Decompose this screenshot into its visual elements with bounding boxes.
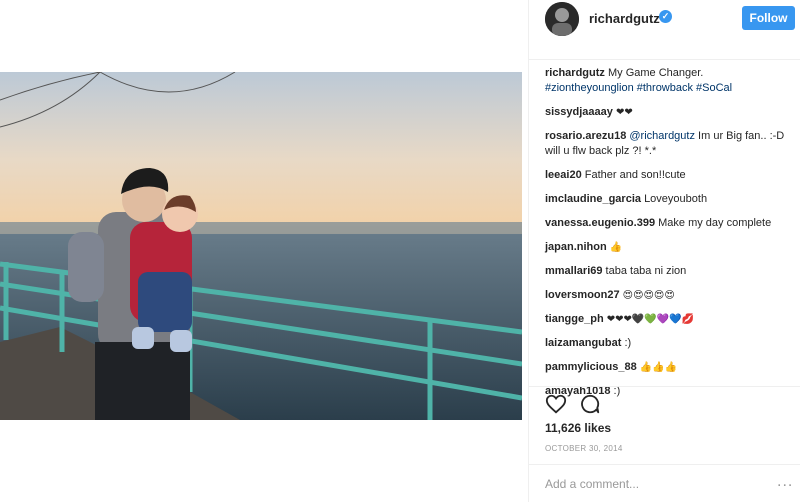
comment-item: loversmoon27 😍😍😍😍😍 xyxy=(545,288,789,303)
comment-item: japan.nihon 👍 xyxy=(545,240,789,255)
follow-button[interactable]: Follow xyxy=(742,6,795,30)
comment-username[interactable]: imclaudine_garcia xyxy=(545,193,641,205)
avatar[interactable] xyxy=(545,2,579,36)
comment-username[interactable]: pammylicious_88 xyxy=(545,361,637,373)
post-photo-image xyxy=(0,72,522,420)
comment-item: leeai20 Father and son!!cute xyxy=(545,168,789,183)
comment-emoji: 😍😍😍😍😍 xyxy=(622,290,675,301)
comment-item: mmallari69 taba taba ni zion xyxy=(545,264,789,279)
post-photo[interactable] xyxy=(0,72,522,420)
comment-item: pammylicious_88 👍👍👍 xyxy=(545,360,789,375)
comment-text: Loveyouboth xyxy=(644,193,708,205)
comment-item: rosario.arezu18 @richardgutz Im ur Big f… xyxy=(545,129,789,159)
comment-text: Make my day complete xyxy=(658,217,772,229)
add-comment-input[interactable]: Add a comment... xyxy=(545,477,639,491)
avatar-image xyxy=(545,2,579,36)
caption-hashtags[interactable]: #ziontheyounglion #throwback #SoCal xyxy=(545,82,732,94)
add-comment-bar: Add a comment... ... xyxy=(529,464,800,502)
comment-mention[interactable]: @richardgutz xyxy=(629,130,695,142)
comment-username[interactable]: loversmoon27 xyxy=(545,289,620,301)
comment-username[interactable]: vanessa.eugenio.399 xyxy=(545,217,655,229)
comment-item: vanessa.eugenio.399 Make my day complete xyxy=(545,216,789,231)
likes-count[interactable]: 11,626 likes xyxy=(545,421,611,435)
post-date: OCTOBER 30, 2014 xyxy=(545,444,623,453)
comment-text: Father and son!!cute xyxy=(584,169,686,181)
comment-emoji: 👍👍👍 xyxy=(639,362,678,373)
comment-text: taba taba ni zion xyxy=(605,265,687,277)
photo-area xyxy=(0,0,528,502)
comment-username[interactable]: laizamangubat xyxy=(545,337,621,349)
heart-icon[interactable] xyxy=(545,393,567,415)
comment-username[interactable]: sissydjaaaay xyxy=(545,106,613,118)
more-options-icon[interactable]: ... xyxy=(777,473,793,491)
caption: richardgutz My Game Changer. #ziontheyou… xyxy=(545,66,789,96)
post-author-username[interactable]: richardgutz xyxy=(589,11,660,26)
post-sidebar: richardgutz ✓ Follow richardgutz My Game… xyxy=(528,0,800,502)
comment-item: sissydjaaaay ❤❤ xyxy=(545,105,789,120)
comments-list: richardgutz My Game Changer. #ziontheyou… xyxy=(545,66,789,408)
comment-username[interactable]: tiangge_ph xyxy=(545,313,604,325)
comment-emoji: ❤❤❤🖤💚💜💙💋 xyxy=(606,314,695,325)
caption-username[interactable]: richardgutz xyxy=(545,67,605,79)
post-header: richardgutz ✓ Follow xyxy=(529,0,800,60)
comment-emoji: ❤❤ xyxy=(615,107,633,118)
comment-text: :) xyxy=(624,337,632,349)
comment-item: tiangge_ph ❤❤❤🖤💚💜💙💋 xyxy=(545,312,789,327)
caption-text: My Game Changer. xyxy=(607,67,704,79)
comment-username[interactable]: leeai20 xyxy=(545,169,582,181)
comment-emoji: 👍 xyxy=(609,242,623,253)
comment-username[interactable]: rosario.arezu18 xyxy=(545,130,626,142)
comment-item: laizamangubat :) xyxy=(545,336,789,351)
comment-username[interactable]: mmallari69 xyxy=(545,265,602,277)
comment-item: imclaudine_garcia Loveyouboth xyxy=(545,192,789,207)
comment-icon[interactable] xyxy=(579,393,601,415)
post-actions xyxy=(529,386,800,416)
comment-username[interactable]: japan.nihon xyxy=(545,241,607,253)
verified-badge-icon: ✓ xyxy=(659,10,672,23)
